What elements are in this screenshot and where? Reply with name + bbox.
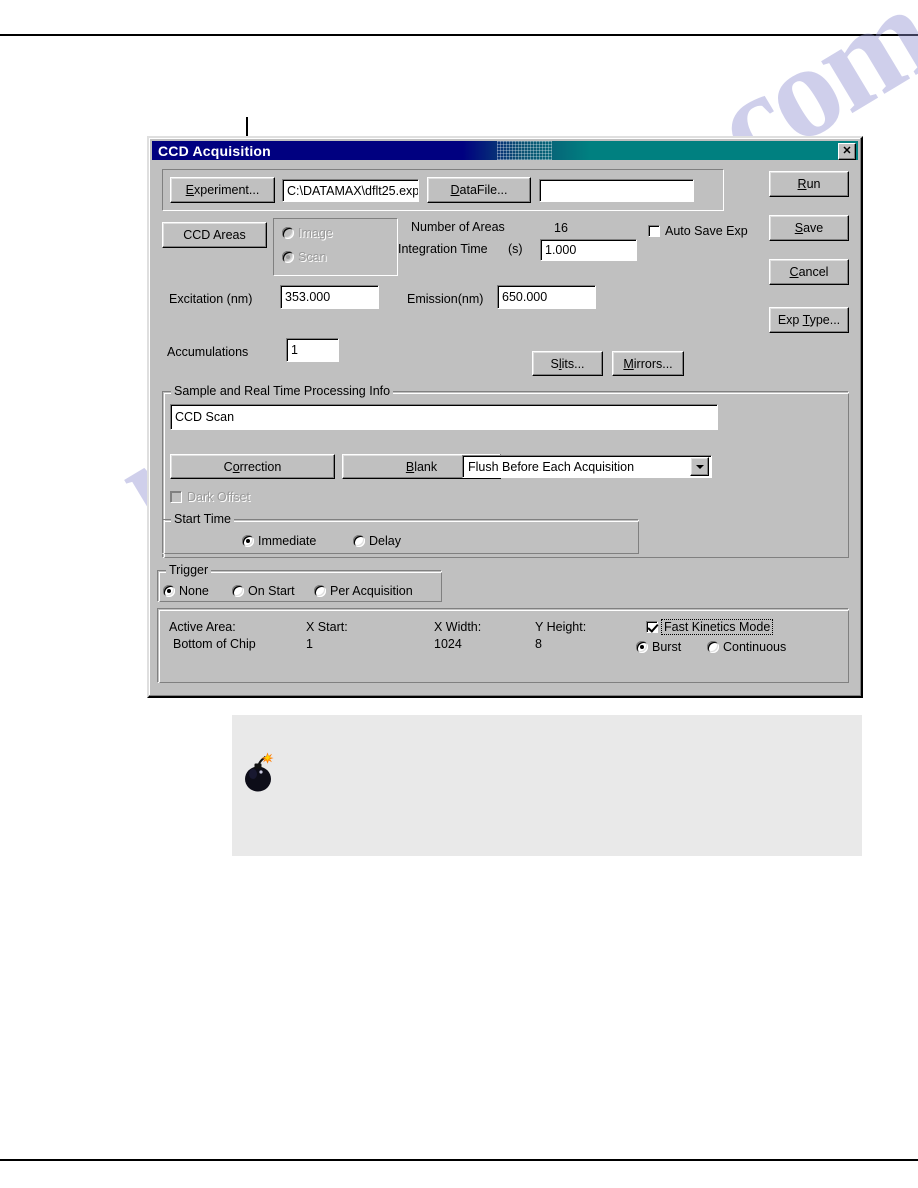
radio-trigger-per-acq-dot [314,585,326,597]
radio-image[interactable]: Image [282,226,333,240]
flush-mode-combo[interactable]: Flush Before Each Acquisition [462,455,712,478]
datafile-button-label: DataFile... [450,183,508,197]
flush-mode-value: Flush Before Each Acquisition [468,459,635,474]
exp-type-button-label: Exp Type... [777,313,841,327]
radio-trigger-per-acq-label: Per Acquisition [330,584,413,598]
cancel-button-label: Cancel [789,265,829,279]
radio-continuous-label: Continuous [723,640,787,654]
emission-label: Emission(nm) [407,292,484,306]
radio-trigger-on-start-dot [232,585,244,597]
radio-image-label: Image [298,226,333,240]
radio-trigger-on-start-label: On Start [248,584,295,598]
radio-immediate-label: Immediate [258,534,317,548]
fast-kinetics-checkbox[interactable]: Fast Kinetics Mode [646,619,774,635]
page-rule-bottom [0,1159,918,1161]
cancel-button[interactable]: Cancel [769,259,849,285]
title-bar[interactable]: CCD Acquisition ✕ [152,141,858,160]
excitation-field[interactable]: 353.000 [280,285,379,309]
dark-offset-label: Dark Offset [187,490,250,504]
auto-save-exp-checkbox[interactable]: Auto Save Exp [648,224,748,238]
blank-button-label: Blank [405,459,438,474]
radio-scan-label: Scan [298,250,327,264]
radio-image-dot [282,227,294,239]
run-button[interactable]: Run [769,171,849,197]
close-icon[interactable]: ✕ [838,143,856,160]
dialog-title: CCD Acquisition [158,142,271,159]
radio-burst-label: Burst [652,640,682,654]
experiment-path-field[interactable]: C:\DATAMAX\dflt25.exp [282,179,419,202]
active-area-value: Bottom of Chip [173,637,256,651]
radio-trigger-on-start[interactable]: On Start [232,584,295,598]
radio-scan[interactable]: Scan [282,250,327,264]
experiment-button-label: Experiment... [185,183,260,197]
integration-time-field[interactable]: 1.000 [540,239,637,261]
radio-continuous-dot [707,641,719,653]
save-button-label: Save [794,221,824,235]
number-of-areas-label: Number of Areas [411,220,505,234]
start-time-caption: Start Time [171,512,234,526]
y-height-value: 8 [535,637,542,651]
titlebar-dither [497,141,552,160]
emission-field[interactable]: 650.000 [497,285,596,309]
slits-button-label: Slits... [550,356,585,371]
radio-immediate[interactable]: Immediate [242,534,316,548]
radio-continuous[interactable]: Continuous [707,640,786,654]
auto-save-exp-label: Auto Save Exp [665,224,748,238]
integration-time-units: (s) [508,242,523,256]
fast-kinetics-box [646,621,658,633]
x-width-value: 1024 [434,637,462,651]
bomb-icon [245,752,274,792]
slits-button[interactable]: Slits... [532,351,603,376]
radio-trigger-none-label: None [179,584,209,598]
datafile-button[interactable]: DataFile... [427,177,531,203]
mirrors-button[interactable]: Mirrors... [612,351,684,376]
radio-trigger-none[interactable]: None [163,584,209,598]
auto-save-exp-box [648,225,660,237]
dark-offset-box [170,491,182,503]
x-width-label: X Width: [434,620,482,634]
correction-button[interactable]: Correction [170,454,335,479]
radio-delay[interactable]: Delay [353,534,401,548]
ccd-areas-button[interactable]: CCD Areas [162,222,267,248]
run-button-label: Run [797,177,821,191]
mirrors-button-label: Mirrors... [623,356,673,371]
ccd-areas-button-label: CCD Areas [183,228,246,242]
exp-type-button[interactable]: Exp Type... [769,307,849,333]
datafile-field[interactable] [539,179,694,202]
dark-offset-checkbox[interactable]: Dark Offset [170,490,250,504]
x-start-value: 1 [306,637,313,651]
chevron-down-icon[interactable] [690,457,709,476]
excitation-label: Excitation (nm) [169,292,253,306]
radio-immediate-dot [242,535,254,547]
sample-name-field[interactable]: CCD Scan [170,404,718,430]
radio-delay-label: Delay [369,534,401,548]
number-of-areas-value: 16 [554,221,568,235]
radio-burst-dot [636,641,648,653]
note-box [232,715,862,856]
accumulations-label: Accumulations [167,345,249,359]
page-rule-top [0,34,918,36]
experiment-button[interactable]: Experiment... [170,177,275,203]
save-button[interactable]: Save [769,215,849,241]
trigger-caption: Trigger [166,563,212,577]
radio-burst[interactable]: Burst [636,640,681,654]
fast-kinetics-label: Fast Kinetics Mode [661,619,774,635]
active-area-label: Active Area: [169,620,236,634]
radio-trigger-none-dot [163,585,175,597]
integration-time-label: Integration Time [398,242,488,256]
radio-trigger-per-acquisition[interactable]: Per Acquisition [314,584,413,598]
ccd-acquisition-dialog: CCD Acquisition ✕ Experiment... C:\DATAM… [147,136,863,698]
x-start-label: X Start: [306,620,348,634]
radio-scan-dot [282,251,294,263]
y-height-label: Y Height: [535,620,587,634]
accumulations-field[interactable]: 1 [286,338,339,362]
sample-processing-caption: Sample and Real Time Processing Info [171,384,394,398]
radio-delay-dot [353,535,365,547]
correction-button-label: Correction [223,459,282,474]
